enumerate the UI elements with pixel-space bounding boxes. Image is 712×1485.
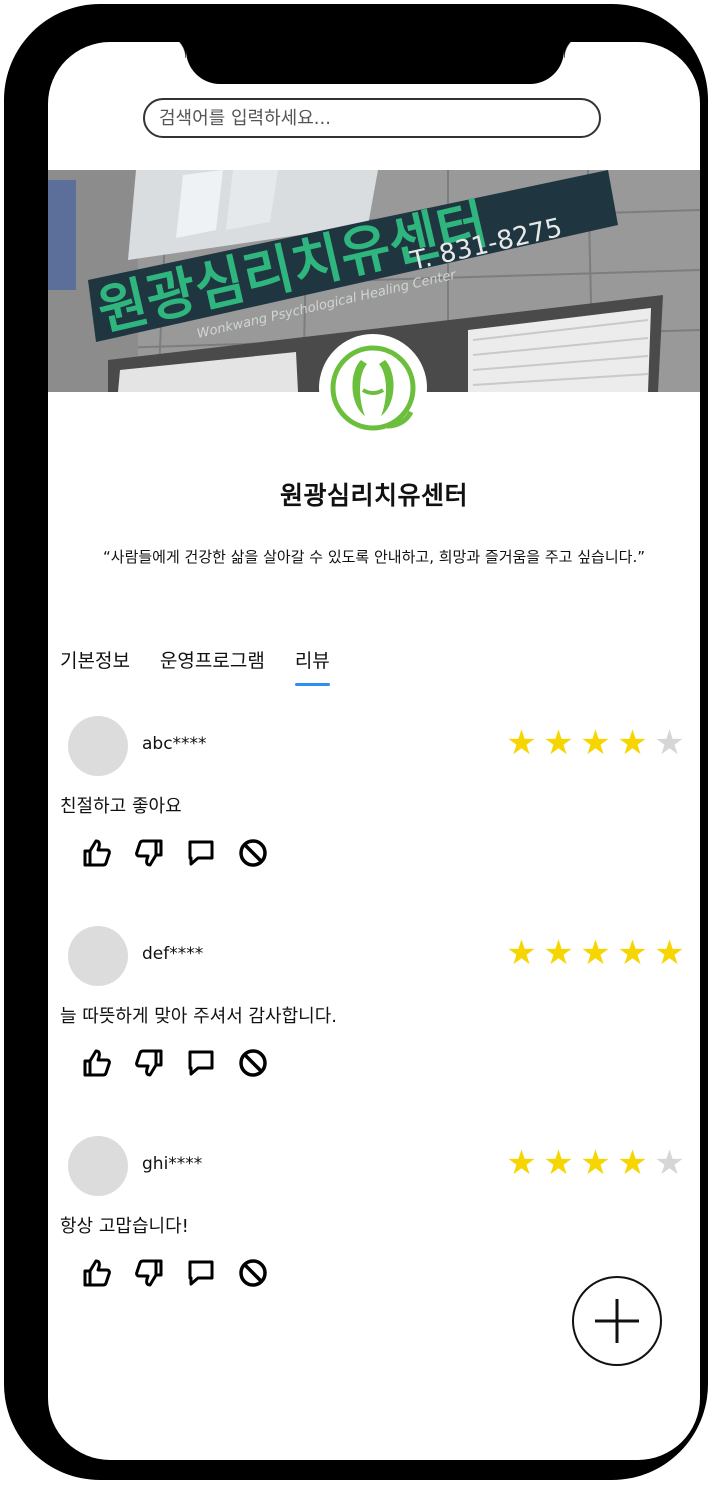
tab-reviews[interactable]: 리뷰 xyxy=(294,646,330,686)
center-logo xyxy=(319,334,427,442)
avatar xyxy=(68,926,128,986)
review-username: abc**** xyxy=(142,734,207,754)
like-button[interactable] xyxy=(82,836,134,870)
review-item: abc**** ★ ★ ★ ★ ★ 친절하고 좋아요 xyxy=(60,716,688,886)
thumbs-up-icon xyxy=(83,1259,111,1287)
leaf-logo-icon xyxy=(330,345,416,431)
tab-bar: 기본정보 운영프로그램 리뷰 xyxy=(60,646,360,686)
star-rating: ★ ★ ★ ★ ★ xyxy=(503,726,688,760)
star-filled-icon: ★ xyxy=(617,1143,648,1183)
review-actions xyxy=(82,836,290,870)
plus-icon xyxy=(595,1299,639,1343)
review-actions xyxy=(82,1256,290,1290)
thumbs-up-icon xyxy=(83,1049,111,1077)
dislike-button[interactable] xyxy=(134,1046,186,1080)
comment-button[interactable] xyxy=(186,1256,238,1290)
star-filled-icon: ★ xyxy=(580,933,611,973)
comment-button[interactable] xyxy=(186,836,238,870)
star-rating: ★ ★ ★ ★ ★ xyxy=(503,1146,688,1180)
star-filled-icon: ★ xyxy=(617,723,648,763)
like-button[interactable] xyxy=(82,1046,134,1080)
star-filled-icon: ★ xyxy=(617,933,648,973)
tab-basic-info[interactable]: 기본정보 xyxy=(60,646,130,686)
comment-icon xyxy=(188,1050,214,1076)
center-motto: “사람들에게 건강한 삶을 살아갈 수 있도록 안내하고, 희망과 즐거움을 주… xyxy=(103,548,645,566)
avatar xyxy=(68,716,128,776)
star-filled-icon: ★ xyxy=(543,1143,574,1183)
center-name: 원광심리치유센터 xyxy=(279,481,468,510)
review-content: 늘 따뜻하게 맞아 주셔서 감사합니다. xyxy=(60,1006,338,1027)
star-filled-icon: ★ xyxy=(506,1143,537,1183)
review-item: ghi**** ★ ★ ★ ★ ★ 항상 고맙습니다! xyxy=(60,1136,688,1306)
comment-icon xyxy=(188,1260,214,1286)
star-filled-icon: ★ xyxy=(506,723,537,763)
star-filled-icon: ★ xyxy=(580,1143,611,1183)
review-item: def**** ★ ★ ★ ★ ★ 늘 따뜻하게 맞아 주셔서 감사합니다. xyxy=(60,926,688,1096)
review-actions xyxy=(82,1046,290,1080)
comment-icon xyxy=(188,840,214,866)
review-username: def**** xyxy=(142,944,204,964)
star-rating: ★ ★ ★ ★ ★ xyxy=(503,936,688,970)
block-icon xyxy=(239,1049,267,1077)
star-filled-icon: ★ xyxy=(580,723,611,763)
block-icon xyxy=(239,1259,267,1287)
review-content: 친절하고 좋아요 xyxy=(60,796,182,817)
search-input[interactable] xyxy=(159,107,585,129)
thumbs-down-icon xyxy=(135,1259,163,1287)
report-button[interactable] xyxy=(238,1046,290,1080)
comment-button[interactable] xyxy=(186,1046,238,1080)
app-screen: 원광심리치유센터 Wonkwang Psychological Healing … xyxy=(48,42,700,1460)
star-empty-icon: ★ xyxy=(654,723,685,763)
search-bar[interactable] xyxy=(143,98,601,138)
dislike-button[interactable] xyxy=(134,1256,186,1290)
star-empty-icon: ★ xyxy=(654,1143,685,1183)
report-button[interactable] xyxy=(238,836,290,870)
avatar xyxy=(68,1136,128,1196)
star-filled-icon: ★ xyxy=(506,933,537,973)
phone-frame: 원광심리치유센터 Wonkwang Psychological Healing … xyxy=(4,4,708,1480)
report-button[interactable] xyxy=(238,1256,290,1290)
thumbs-up-icon xyxy=(83,839,111,867)
star-filled-icon: ★ xyxy=(654,933,685,973)
star-filled-icon: ★ xyxy=(543,723,574,763)
add-review-button[interactable] xyxy=(572,1276,662,1366)
block-icon xyxy=(239,839,267,867)
phone-notch xyxy=(162,42,588,84)
like-button[interactable] xyxy=(82,1256,134,1290)
thumbs-down-icon xyxy=(135,1049,163,1077)
review-username: ghi**** xyxy=(142,1154,203,1174)
thumbs-down-icon xyxy=(135,839,163,867)
review-content: 항상 고맙습니다! xyxy=(60,1216,189,1237)
dislike-button[interactable] xyxy=(134,836,186,870)
star-filled-icon: ★ xyxy=(543,933,574,973)
tab-programs[interactable]: 운영프로그램 xyxy=(160,646,265,686)
